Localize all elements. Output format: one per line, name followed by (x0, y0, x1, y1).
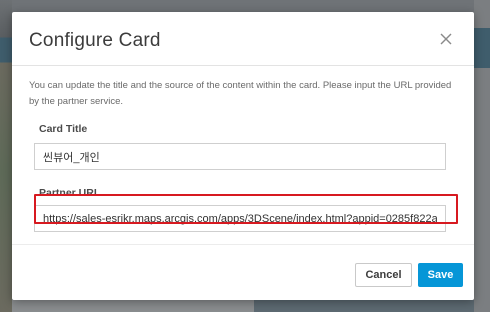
background-left-panel (0, 0, 12, 312)
cancel-button[interactable]: Cancel (355, 263, 412, 287)
close-icon (440, 33, 452, 45)
configure-card-dialog: Configure Card You can update the title … (12, 12, 474, 300)
save-button[interactable]: Save (418, 263, 463, 287)
footer-divider (12, 244, 474, 245)
partner-url-label: Partner URL (39, 187, 101, 199)
dialog-description: You can update the title and the source … (29, 80, 452, 107)
background-right-panel (474, 0, 490, 312)
card-title-input[interactable] (34, 143, 446, 170)
header-divider (12, 65, 474, 66)
card-title-label: Card Title (39, 123, 88, 135)
partner-url-input[interactable] (34, 205, 446, 232)
dialog-title: Configure Card (29, 30, 161, 51)
background-right-header (474, 28, 490, 68)
background-bottom-bar (254, 300, 474, 312)
background-bottom-strip (12, 300, 474, 312)
close-button[interactable] (436, 29, 456, 49)
